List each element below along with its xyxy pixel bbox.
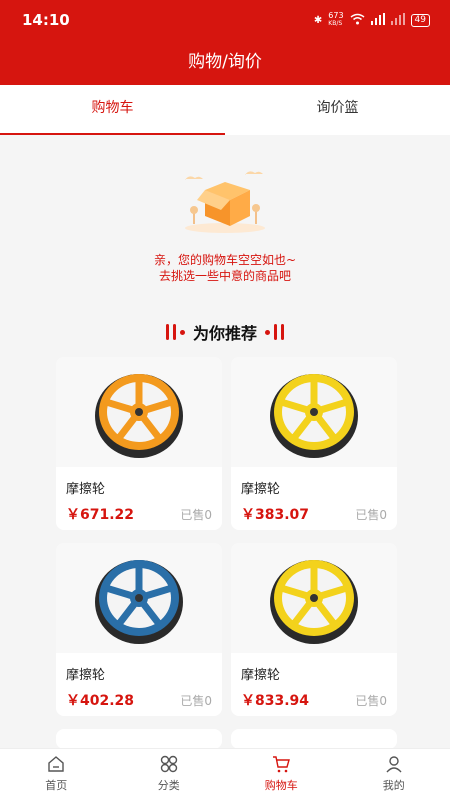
product-price: ￥671.22 xyxy=(66,507,135,523)
product-sold-count: 已售0 xyxy=(180,694,212,708)
product-name: 摩擦轮 xyxy=(66,482,106,497)
nav-cart-label: 购物车 xyxy=(264,779,298,792)
empty-line-2: 去挑选一些中意的商品吧 xyxy=(158,269,291,283)
product-image xyxy=(231,357,397,467)
wifi-icon xyxy=(350,13,365,28)
recommend-heading: 为你推荐 xyxy=(0,320,450,344)
status-bar: 14:10 ✱ 673 KB/S 49 xyxy=(0,0,450,40)
nav-category[interactable]: 分类 xyxy=(113,749,226,800)
product-card[interactable] xyxy=(56,729,222,749)
bottom-nav: 首页 分类 购物车 我的 xyxy=(0,748,450,800)
product-sold-count: 已售0 xyxy=(355,508,387,522)
status-icons: ✱ 673 KB/S 49 xyxy=(314,12,430,28)
bluetooth-icon: ✱ xyxy=(313,14,323,26)
tab-bar: 购物车 询价篮 xyxy=(0,85,450,135)
empty-cart-illustration xyxy=(175,160,275,235)
nav-profile-label: 我的 xyxy=(382,779,405,792)
page-title: 购物/询价 xyxy=(188,52,262,72)
net-speed: 673 KB/S xyxy=(328,11,344,28)
product-image xyxy=(56,543,222,653)
product-price: ￥402.28 xyxy=(66,693,135,709)
product-sold-count: 已售0 xyxy=(180,508,212,522)
recommend-title: 为你推荐 xyxy=(192,324,257,343)
nav-home-label: 首页 xyxy=(45,779,68,792)
product-sold-count: 已售0 xyxy=(355,694,387,708)
wheel-axle xyxy=(135,408,143,416)
product-name: 摩擦轮 xyxy=(241,482,281,497)
product-card[interactable]: 摩擦轮 ￥833.94 已售0 xyxy=(231,543,397,716)
wheel-axle xyxy=(135,594,143,602)
nav-header: 购物/询价 xyxy=(0,40,450,85)
signal-icon xyxy=(370,12,385,28)
tab-inquiry-basket[interactable]: 询价篮 xyxy=(225,85,450,135)
empty-line-1: 亲，您的购物车空空如也~ xyxy=(153,253,297,267)
empty-cart-message: 亲，您的购物车空空如也~ 去挑选一些中意的商品吧 xyxy=(0,252,450,284)
status-time: 14:10 xyxy=(22,11,70,29)
wheel-axle xyxy=(310,408,318,416)
product-name: 摩擦轮 xyxy=(241,668,281,683)
product-card[interactable]: 摩擦轮 ￥383.07 已售0 xyxy=(231,357,397,530)
nav-profile[interactable]: 我的 xyxy=(338,749,450,800)
nav-category-label: 分类 xyxy=(157,779,180,792)
product-card[interactable]: 摩擦轮 ￥671.22 已售0 xyxy=(56,357,222,530)
nav-cart[interactable]: 购物车 xyxy=(225,749,338,800)
heading-decoration-right-icon xyxy=(265,324,284,340)
category-icon xyxy=(160,755,177,773)
user-icon xyxy=(386,756,402,773)
signal-icon-2 xyxy=(390,12,405,28)
product-price: ￥833.94 xyxy=(241,693,310,709)
product-price: ￥383.07 xyxy=(241,507,310,523)
nav-home[interactable]: 首页 xyxy=(0,749,113,800)
tab-cart[interactable]: 购物车 xyxy=(0,85,225,135)
home-icon xyxy=(48,756,64,772)
battery-icon: 49 xyxy=(410,13,430,27)
product-card[interactable] xyxy=(231,729,397,749)
product-image xyxy=(231,543,397,653)
cart-icon xyxy=(273,756,291,773)
wheel-axle xyxy=(310,594,318,602)
product-card[interactable]: 摩擦轮 ￥402.28 已售0 xyxy=(56,543,222,716)
product-image xyxy=(56,357,222,467)
product-name: 摩擦轮 xyxy=(66,668,106,683)
heading-decoration-left-icon xyxy=(165,324,185,340)
